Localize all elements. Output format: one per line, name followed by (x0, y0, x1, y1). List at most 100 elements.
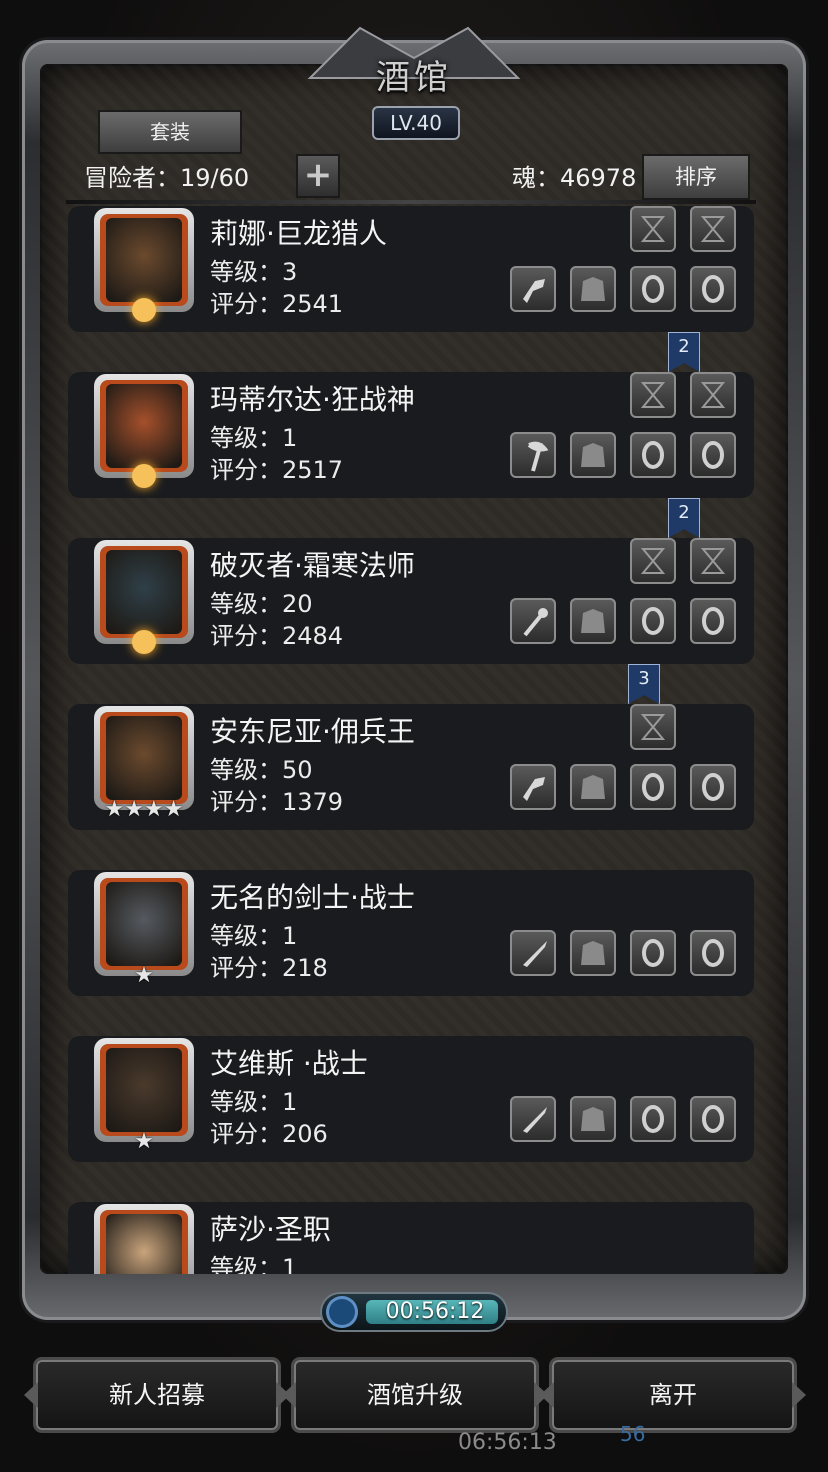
ring-slot[interactable] (630, 266, 676, 312)
hero-card[interactable]: ★★★★ 安东尼亚·佣兵王 等级：50 评分：1379 (68, 704, 754, 830)
axe-icon (527, 441, 549, 472)
recruit-button[interactable]: 新人招募 (36, 1360, 278, 1430)
hero-avatar (106, 218, 182, 302)
rune-slot[interactable] (630, 372, 676, 418)
hero-name: 莉娜·巨龙猎人 (210, 217, 387, 250)
ring-icon (702, 1105, 724, 1133)
portrait-frame (100, 878, 188, 970)
background-clock: 06:56:13 (458, 1430, 557, 1455)
hero-avatar (106, 1214, 182, 1274)
hero-portrait[interactable] (94, 374, 194, 488)
ring-icon (642, 773, 664, 801)
rune-slot[interactable] (690, 538, 736, 584)
hero-name: 破灭者·霜寒法师 (210, 549, 415, 582)
suit-button[interactable]: 套装 (98, 110, 242, 154)
ring-slot[interactable] (690, 1096, 736, 1142)
hero-level: 等级：3 (210, 258, 298, 286)
leave-button[interactable]: 离开 (552, 1360, 794, 1430)
hero-name: 萨沙·圣职 (210, 1213, 331, 1246)
ring-slot[interactable] (690, 930, 736, 976)
hero-score: 评分：218 (210, 954, 328, 982)
ring-slot[interactable] (630, 598, 676, 644)
hero-score: 评分：206 (210, 1120, 328, 1148)
hero-card[interactable]: ★ 无名的剑士·战士 等级：1 评分：218 (68, 870, 754, 996)
gun-icon (523, 279, 545, 303)
ring-slot[interactable] (630, 764, 676, 810)
hourglass-icon (640, 216, 666, 242)
hero-level: 等级：50 (210, 756, 313, 784)
rune-slot[interactable] (690, 206, 736, 252)
hero-card[interactable]: 萨沙·圣职等级：1 (68, 1202, 754, 1274)
tavern-level-badge: LV.40 (372, 106, 460, 140)
armor-slot[interactable] (570, 1096, 616, 1142)
background-counter: 56 (620, 1422, 646, 1446)
hero-score: 评分：1379 (210, 788, 344, 816)
timer-text: 00:56:12 (385, 1299, 485, 1324)
hero-portrait[interactable] (94, 1204, 194, 1274)
ring-icon (702, 773, 724, 801)
hero-avatar (106, 716, 182, 800)
hero-card[interactable]: 破灭者·霜寒法师等级：20 评分：2484 (68, 538, 754, 664)
hero-level: 等级：1 (210, 1254, 298, 1274)
ring-slot[interactable] (690, 764, 736, 810)
rune-slot[interactable] (630, 538, 676, 584)
ring-icon (702, 441, 724, 469)
sword-icon (523, 1107, 547, 1133)
star-rating: ★ (134, 1129, 154, 1154)
ring-slot[interactable] (690, 432, 736, 478)
armor-icon (581, 941, 605, 965)
ring-slot[interactable] (630, 1096, 676, 1142)
weapon-slot[interactable] (510, 1096, 556, 1142)
weapon-slot[interactable] (510, 432, 556, 478)
hero-score: 评分：2484 (210, 622, 344, 650)
rune-slot[interactable] (630, 704, 676, 750)
slot-count-tag: 3 (628, 664, 660, 704)
hero-level: 等级：20 (210, 590, 313, 618)
hero-card[interactable]: 莉娜·巨龙猎人 等级：3 评分：2541 (68, 206, 754, 332)
sort-button[interactable]: 排序 (642, 154, 750, 200)
header-divider (66, 200, 756, 204)
ring-icon (702, 607, 724, 635)
ring-icon (702, 275, 724, 303)
armor-slot[interactable] (570, 764, 616, 810)
hourglass-icon (700, 548, 726, 574)
hero-name: 无名的剑士·战士 (210, 881, 415, 914)
armor-slot[interactable] (570, 598, 616, 644)
ring-slot[interactable] (630, 432, 676, 478)
weapon-slot[interactable] (510, 930, 556, 976)
rune-slot[interactable] (690, 372, 736, 418)
ring-slot[interactable] (690, 598, 736, 644)
hero-avatar (106, 882, 182, 966)
staff-icon (523, 608, 548, 637)
portrait-frame (100, 1044, 188, 1136)
hero-portrait[interactable] (94, 208, 194, 322)
adventurer-count: 冒险者：19/60 (84, 164, 250, 192)
hero-card[interactable]: 玛蒂尔达·狂战神 等级：1 评分：2517 (68, 372, 754, 498)
hero-portrait[interactable] (94, 540, 194, 654)
hero-portrait[interactable]: ★ (94, 872, 194, 988)
ring-slot[interactable] (690, 266, 736, 312)
weapon-slot[interactable] (510, 266, 556, 312)
add-slot-button[interactable]: + (296, 154, 340, 198)
hero-score: 评分：2517 (210, 456, 344, 484)
portrait-frame (100, 712, 188, 804)
slot-count-tag: 2 (668, 332, 700, 372)
weapon-slot[interactable] (510, 764, 556, 810)
hero-card[interactable]: ★ 艾维斯 ·战士 等级：1 评分：206 (68, 1036, 754, 1162)
armor-slot[interactable] (570, 432, 616, 478)
armor-slot[interactable] (570, 266, 616, 312)
hero-avatar (106, 550, 182, 634)
upgrade-tavern-button[interactable]: 酒馆升级 (294, 1360, 536, 1430)
hero-level: 等级：1 (210, 424, 298, 452)
armor-icon (581, 1107, 605, 1131)
hero-list[interactable]: 莉娜·巨龙猎人 等级：3 评分：2541 玛蒂尔达·狂战神 等级：1 评分：2517 2 破灭… (66, 206, 756, 1274)
hourglass-icon (700, 216, 726, 242)
armor-slot[interactable] (570, 930, 616, 976)
weapon-slot[interactable] (510, 598, 556, 644)
ring-icon (642, 441, 664, 469)
ring-slot[interactable] (630, 930, 676, 976)
hourglass-icon (640, 714, 666, 740)
hero-portrait[interactable]: ★ (94, 1038, 194, 1154)
rune-slot[interactable] (630, 206, 676, 252)
hero-portrait[interactable]: ★★★★ (94, 706, 194, 822)
